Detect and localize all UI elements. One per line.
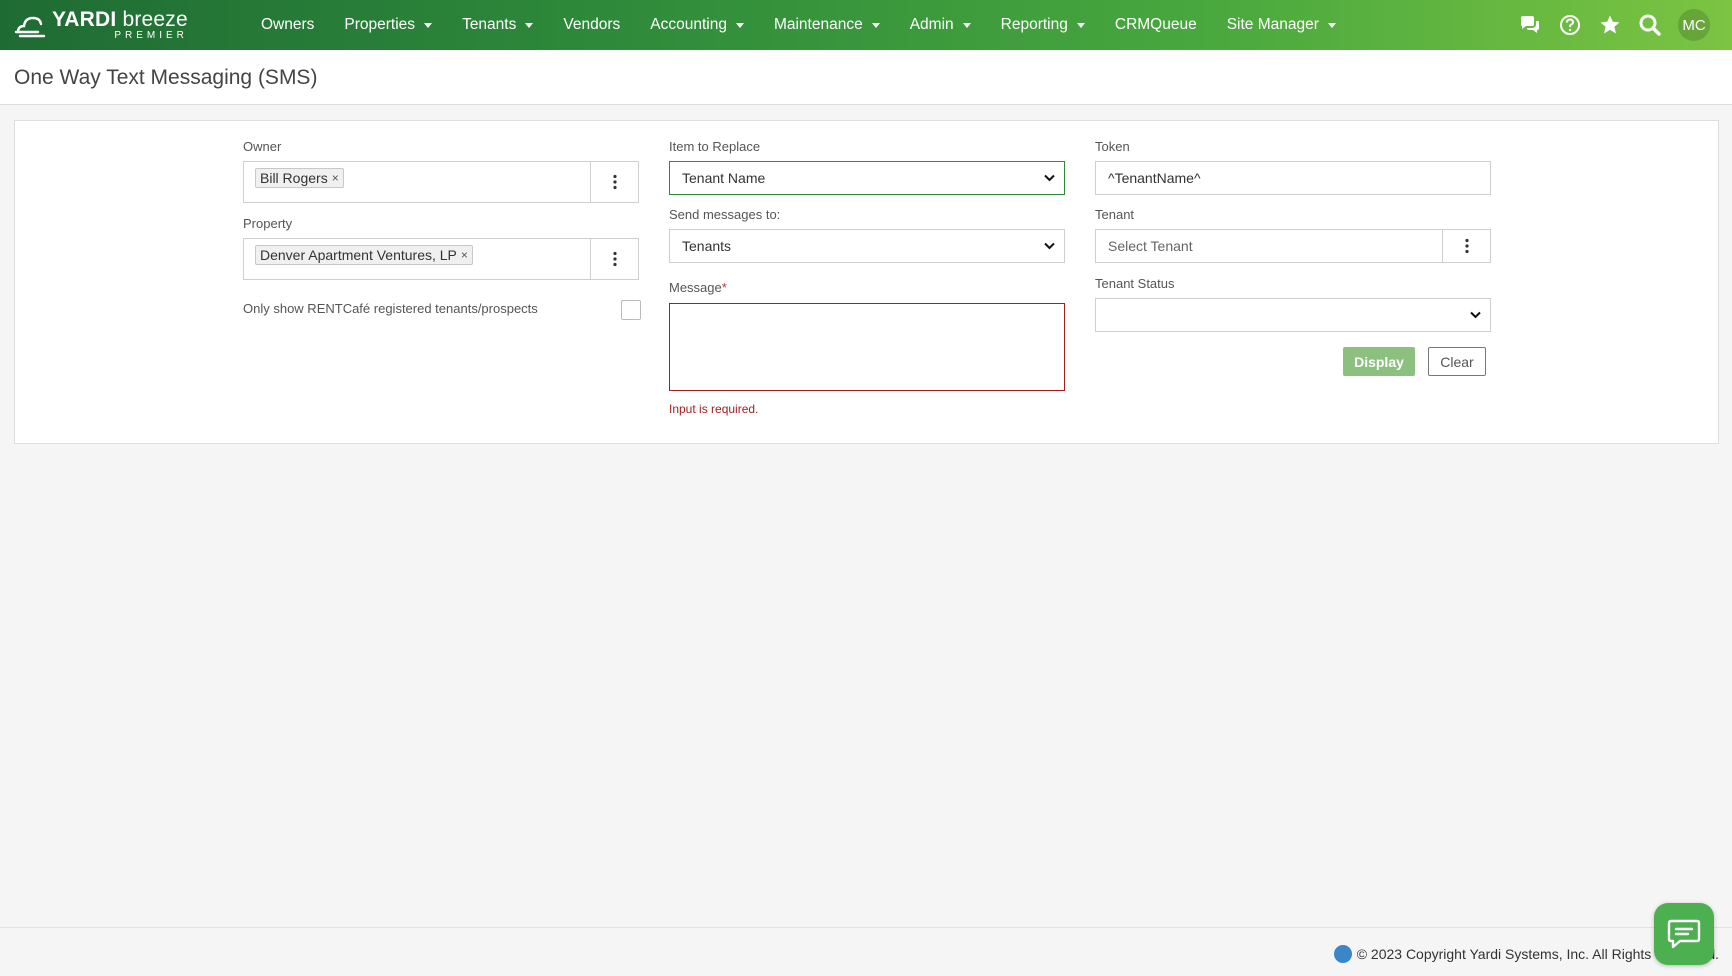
nav-crmqueue[interactable]: CRMQueue (1100, 0, 1212, 50)
remove-chip-icon[interactable]: × (461, 248, 468, 262)
tenant-status-label: Tenant Status (1095, 276, 1175, 291)
nav-properties-label: Properties (344, 16, 416, 33)
owner-chip: Bill Rogers × (255, 168, 344, 188)
caret-down-icon (1076, 22, 1085, 28)
owner-chip-label: Bill Rogers (260, 170, 328, 186)
caret-down-icon (962, 22, 971, 28)
remove-chip-icon[interactable]: × (332, 171, 339, 185)
message-error: Input is required. (669, 402, 759, 416)
owner-multiselect[interactable]: Bill Rogers × (243, 161, 591, 203)
chevron-down-icon (1470, 311, 1481, 319)
nav-site-manager[interactable]: Site Manager (1212, 0, 1351, 50)
property-chip-label: Denver Apartment Ventures, LP (260, 247, 457, 263)
caret-down-icon (735, 22, 744, 28)
owner-label: Owner (243, 139, 282, 154)
nav-vendors[interactable]: Vendors (548, 0, 635, 50)
chat-support-button[interactable] (1654, 903, 1714, 965)
nav-admin[interactable]: Admin (895, 0, 986, 50)
clear-button[interactable]: Clear (1428, 347, 1486, 376)
user-avatar[interactable]: MC (1678, 9, 1710, 41)
chat-message-icon (1667, 919, 1701, 949)
caret-down-icon (525, 22, 534, 28)
token-value: ^TenantName^ (1108, 170, 1201, 186)
logo-yardi: YARDI (52, 8, 117, 31)
tenant-placeholder: Select Tenant (1108, 238, 1193, 254)
send-to-value: Tenants (682, 238, 732, 254)
message-label-text: Message (669, 280, 722, 295)
yardi-breeze-logo[interactable]: YARDI breeze PREMIER (14, 9, 246, 41)
page-header: One Way Text Messaging (SMS) (0, 50, 1732, 105)
nav-reporting-label: Reporting (1000, 16, 1068, 33)
property-multiselect[interactable]: Denver Apartment Ventures, LP × (243, 238, 591, 280)
help-circle-icon[interactable] (1550, 0, 1590, 50)
required-asterisk: * (721, 280, 727, 295)
vertical-dots-icon (1464, 238, 1469, 254)
property-lookup-button[interactable] (590, 238, 639, 280)
tenant-lookup-button[interactable] (1442, 229, 1491, 263)
item-to-replace-select[interactable]: Tenant Name (669, 161, 1065, 195)
nav-tenants-label: Tenants (462, 16, 517, 33)
message-textarea[interactable] (669, 303, 1065, 391)
item-to-replace-value: Tenant Name (682, 170, 766, 186)
property-chip: Denver Apartment Ventures, LP × (255, 245, 473, 265)
rentcafe-filter-checkbox[interactable] (621, 300, 641, 320)
cloud-logo-icon (14, 16, 46, 38)
caret-down-icon (1327, 22, 1336, 28)
send-to-select[interactable]: Tenants (669, 229, 1065, 263)
main-menu: Owners Properties Tenants Vendors Accoun… (246, 0, 1351, 50)
globe-icon (1333, 945, 1352, 963)
nav-icon-group: MC (1510, 0, 1732, 50)
nav-maintenance-label: Maintenance (773, 16, 863, 33)
message-label: Message* (669, 280, 727, 295)
chat-bubbles-icon[interactable] (1510, 0, 1550, 50)
vertical-dots-icon (612, 174, 617, 190)
token-label: Token (1095, 139, 1130, 154)
nav-accounting-label: Accounting (650, 16, 727, 33)
page-title: One Way Text Messaging (SMS) (14, 66, 318, 89)
search-icon[interactable] (1630, 0, 1670, 50)
star-icon[interactable] (1590, 0, 1630, 50)
nav-admin-label: Admin (909, 16, 954, 33)
top-navbar: YARDI breeze PREMIER Owners Properties T… (0, 0, 1732, 50)
caret-down-icon (871, 22, 880, 28)
nav-site-manager-label: Site Manager (1226, 16, 1319, 33)
page-footer: © 2023 Copyright Yardi Systems, Inc. All… (0, 927, 1732, 976)
chevron-down-icon (1044, 242, 1055, 250)
tenant-input[interactable]: Select Tenant (1095, 229, 1443, 263)
logo-premier: PREMIER (114, 30, 188, 41)
tenant-label: Tenant (1095, 207, 1135, 222)
nav-owners[interactable]: Owners (246, 0, 329, 50)
caret-down-icon (424, 22, 433, 28)
tenant-status-select[interactable] (1095, 298, 1491, 332)
item-to-replace-label: Item to Replace (669, 139, 761, 154)
nav-crmqueue-label: CRMQueue (1114, 16, 1197, 33)
vertical-dots-icon (612, 251, 617, 267)
nav-vendors-label: Vendors (563, 16, 621, 33)
logo-breeze: breeze (122, 8, 188, 31)
send-to-label: Send messages to: (669, 207, 781, 222)
display-button[interactable]: Display (1343, 347, 1415, 376)
nav-maintenance[interactable]: Maintenance (759, 0, 895, 50)
chevron-down-icon (1044, 174, 1055, 182)
nav-properties[interactable]: Properties (329, 0, 447, 50)
rentcafe-filter-label: Only show RENTCafé registered tenants/pr… (243, 301, 538, 316)
nav-reporting[interactable]: Reporting (986, 0, 1100, 50)
owner-lookup-button[interactable] (590, 161, 639, 203)
token-input[interactable]: ^TenantName^ (1095, 161, 1491, 195)
property-label: Property (243, 216, 293, 231)
sms-form-panel: Owner Bill Rogers × Property Denver Apar… (14, 120, 1719, 444)
nav-owners-label: Owners (261, 16, 315, 33)
nav-accounting[interactable]: Accounting (635, 0, 759, 50)
nav-tenants[interactable]: Tenants (447, 0, 548, 50)
